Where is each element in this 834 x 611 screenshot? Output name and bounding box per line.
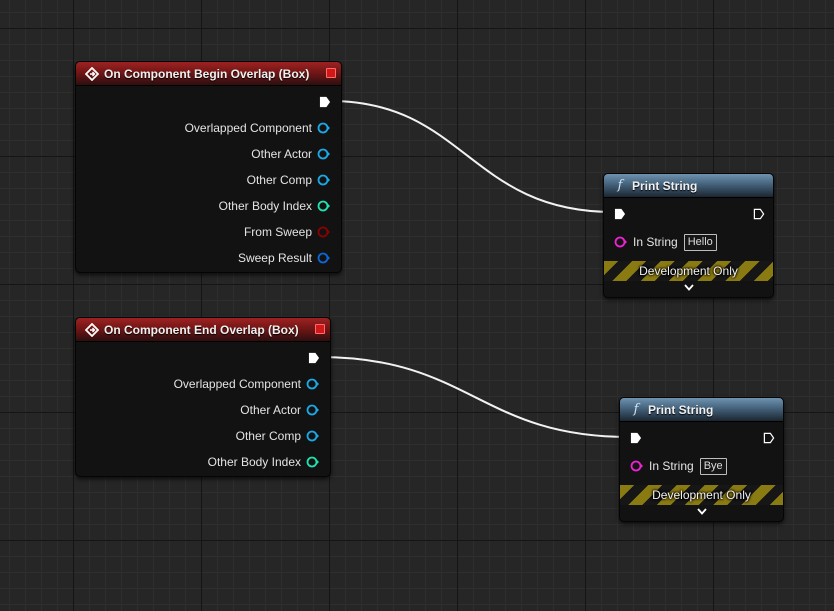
pin-label: In String bbox=[633, 235, 678, 249]
chevron-down-icon[interactable] bbox=[682, 283, 696, 293]
exec-output-pin[interactable] bbox=[763, 428, 775, 448]
pin-row-other-body-index[interactable]: Other Body Index bbox=[208, 452, 320, 472]
pin-label: Other Body Index bbox=[207, 455, 301, 469]
event-diamond-icon bbox=[83, 65, 101, 83]
node-title: On Component Begin Overlap (Box) bbox=[104, 66, 310, 81]
struct-pin-icon[interactable] bbox=[317, 252, 331, 264]
function-f-icon: f bbox=[617, 178, 623, 193]
delegate-pin-icon[interactable] bbox=[326, 68, 336, 78]
pin-label: Other Comp bbox=[235, 429, 301, 443]
pin-row-other-body-index[interactable]: Other Body Index bbox=[219, 196, 331, 216]
int-pin-icon[interactable] bbox=[306, 456, 320, 468]
pin-label: Overlapped Component bbox=[173, 377, 301, 391]
object-pin-icon[interactable] bbox=[317, 122, 331, 134]
pin-row-from-sweep[interactable]: From Sweep bbox=[244, 222, 331, 242]
development-only-label: Development Only bbox=[652, 488, 751, 502]
pin-label: Other Actor bbox=[240, 403, 301, 417]
exec-arrow-icon[interactable] bbox=[308, 352, 320, 364]
exec-arrow-icon[interactable] bbox=[319, 96, 331, 108]
object-pin-icon[interactable] bbox=[317, 148, 331, 160]
int-pin-icon[interactable] bbox=[317, 200, 331, 212]
exec-arrow-icon[interactable] bbox=[630, 432, 642, 444]
pin-label: Other Comp bbox=[246, 173, 312, 187]
exec-arrow-outline-icon[interactable] bbox=[763, 432, 775, 444]
node-title: Print String bbox=[648, 402, 714, 417]
exec-input-pin[interactable] bbox=[614, 204, 626, 224]
node-title: On Component End Overlap (Box) bbox=[104, 322, 299, 337]
exec-input-pin[interactable] bbox=[630, 428, 642, 448]
event-node-begin-overlap[interactable]: On Component Begin Overlap (Box) Overlap… bbox=[75, 61, 342, 273]
pin-row-other-actor[interactable]: Other Actor bbox=[251, 144, 331, 164]
pin-label: Other Actor bbox=[251, 147, 312, 161]
pin-row-sweep-result[interactable]: Sweep Result bbox=[238, 248, 331, 268]
pin-row-other-actor[interactable]: Other Actor bbox=[240, 400, 320, 420]
event-node-end-overlap[interactable]: On Component End Overlap (Box) Overlappe… bbox=[75, 317, 331, 477]
pin-row-overlapped-component[interactable]: Overlapped Component bbox=[174, 374, 320, 394]
pin-row-other-comp[interactable]: Other Comp bbox=[247, 170, 331, 190]
exec-arrow-outline-icon[interactable] bbox=[753, 208, 765, 220]
function-f-icon: f bbox=[633, 402, 639, 417]
development-only-label: Development Only bbox=[639, 264, 738, 278]
delegate-pin-icon[interactable] bbox=[315, 324, 325, 334]
exec-wire-begin-overlap[interactable] bbox=[329, 100, 614, 213]
exec-arrow-icon[interactable] bbox=[614, 208, 626, 220]
in-string-value-input[interactable]: Hello bbox=[683, 233, 717, 251]
pin-row-in-string[interactable]: In String Bye bbox=[630, 456, 727, 476]
exec-output-pin[interactable] bbox=[319, 92, 331, 112]
node-header[interactable]: f Print String bbox=[604, 174, 773, 198]
development-only-banner: Development Only bbox=[604, 261, 773, 281]
object-pin-icon[interactable] bbox=[306, 430, 320, 442]
chevron-down-icon[interactable] bbox=[695, 507, 709, 517]
string-pin-icon[interactable] bbox=[630, 460, 644, 472]
pin-row-other-comp[interactable]: Other Comp bbox=[236, 426, 320, 446]
pin-label: From Sweep bbox=[243, 225, 312, 239]
object-pin-icon[interactable] bbox=[306, 404, 320, 416]
development-only-banner: Development Only bbox=[620, 485, 783, 505]
function-node-print-string-bye[interactable]: f Print String In String Bye Development… bbox=[619, 397, 784, 522]
bool-pin-icon[interactable] bbox=[317, 226, 331, 238]
node-header[interactable]: On Component Begin Overlap (Box) bbox=[76, 62, 341, 86]
node-header[interactable]: f Print String bbox=[620, 398, 783, 422]
pin-label: Other Body Index bbox=[218, 199, 312, 213]
node-title: Print String bbox=[632, 178, 698, 193]
event-diamond-icon bbox=[83, 321, 101, 339]
pin-row-in-string[interactable]: In String Hello bbox=[614, 232, 717, 252]
function-node-print-string-hello[interactable]: f Print String In String Hello Developme… bbox=[603, 173, 774, 298]
exec-output-pin[interactable] bbox=[308, 348, 320, 368]
blueprint-graph-canvas[interactable]: On Component Begin Overlap (Box) Overlap… bbox=[0, 0, 834, 611]
pin-label: Overlapped Component bbox=[184, 121, 312, 135]
in-string-value-input[interactable]: Bye bbox=[699, 457, 727, 475]
pin-row-overlapped-component[interactable]: Overlapped Component bbox=[185, 118, 331, 138]
exec-wire-end-overlap[interactable] bbox=[318, 356, 630, 438]
pin-label: In String bbox=[649, 459, 694, 473]
node-header[interactable]: On Component End Overlap (Box) bbox=[76, 318, 330, 342]
object-pin-icon[interactable] bbox=[306, 378, 320, 390]
string-pin-icon[interactable] bbox=[614, 236, 628, 248]
object-pin-icon[interactable] bbox=[317, 174, 331, 186]
exec-output-pin[interactable] bbox=[753, 204, 765, 224]
pin-label: Sweep Result bbox=[237, 251, 312, 265]
